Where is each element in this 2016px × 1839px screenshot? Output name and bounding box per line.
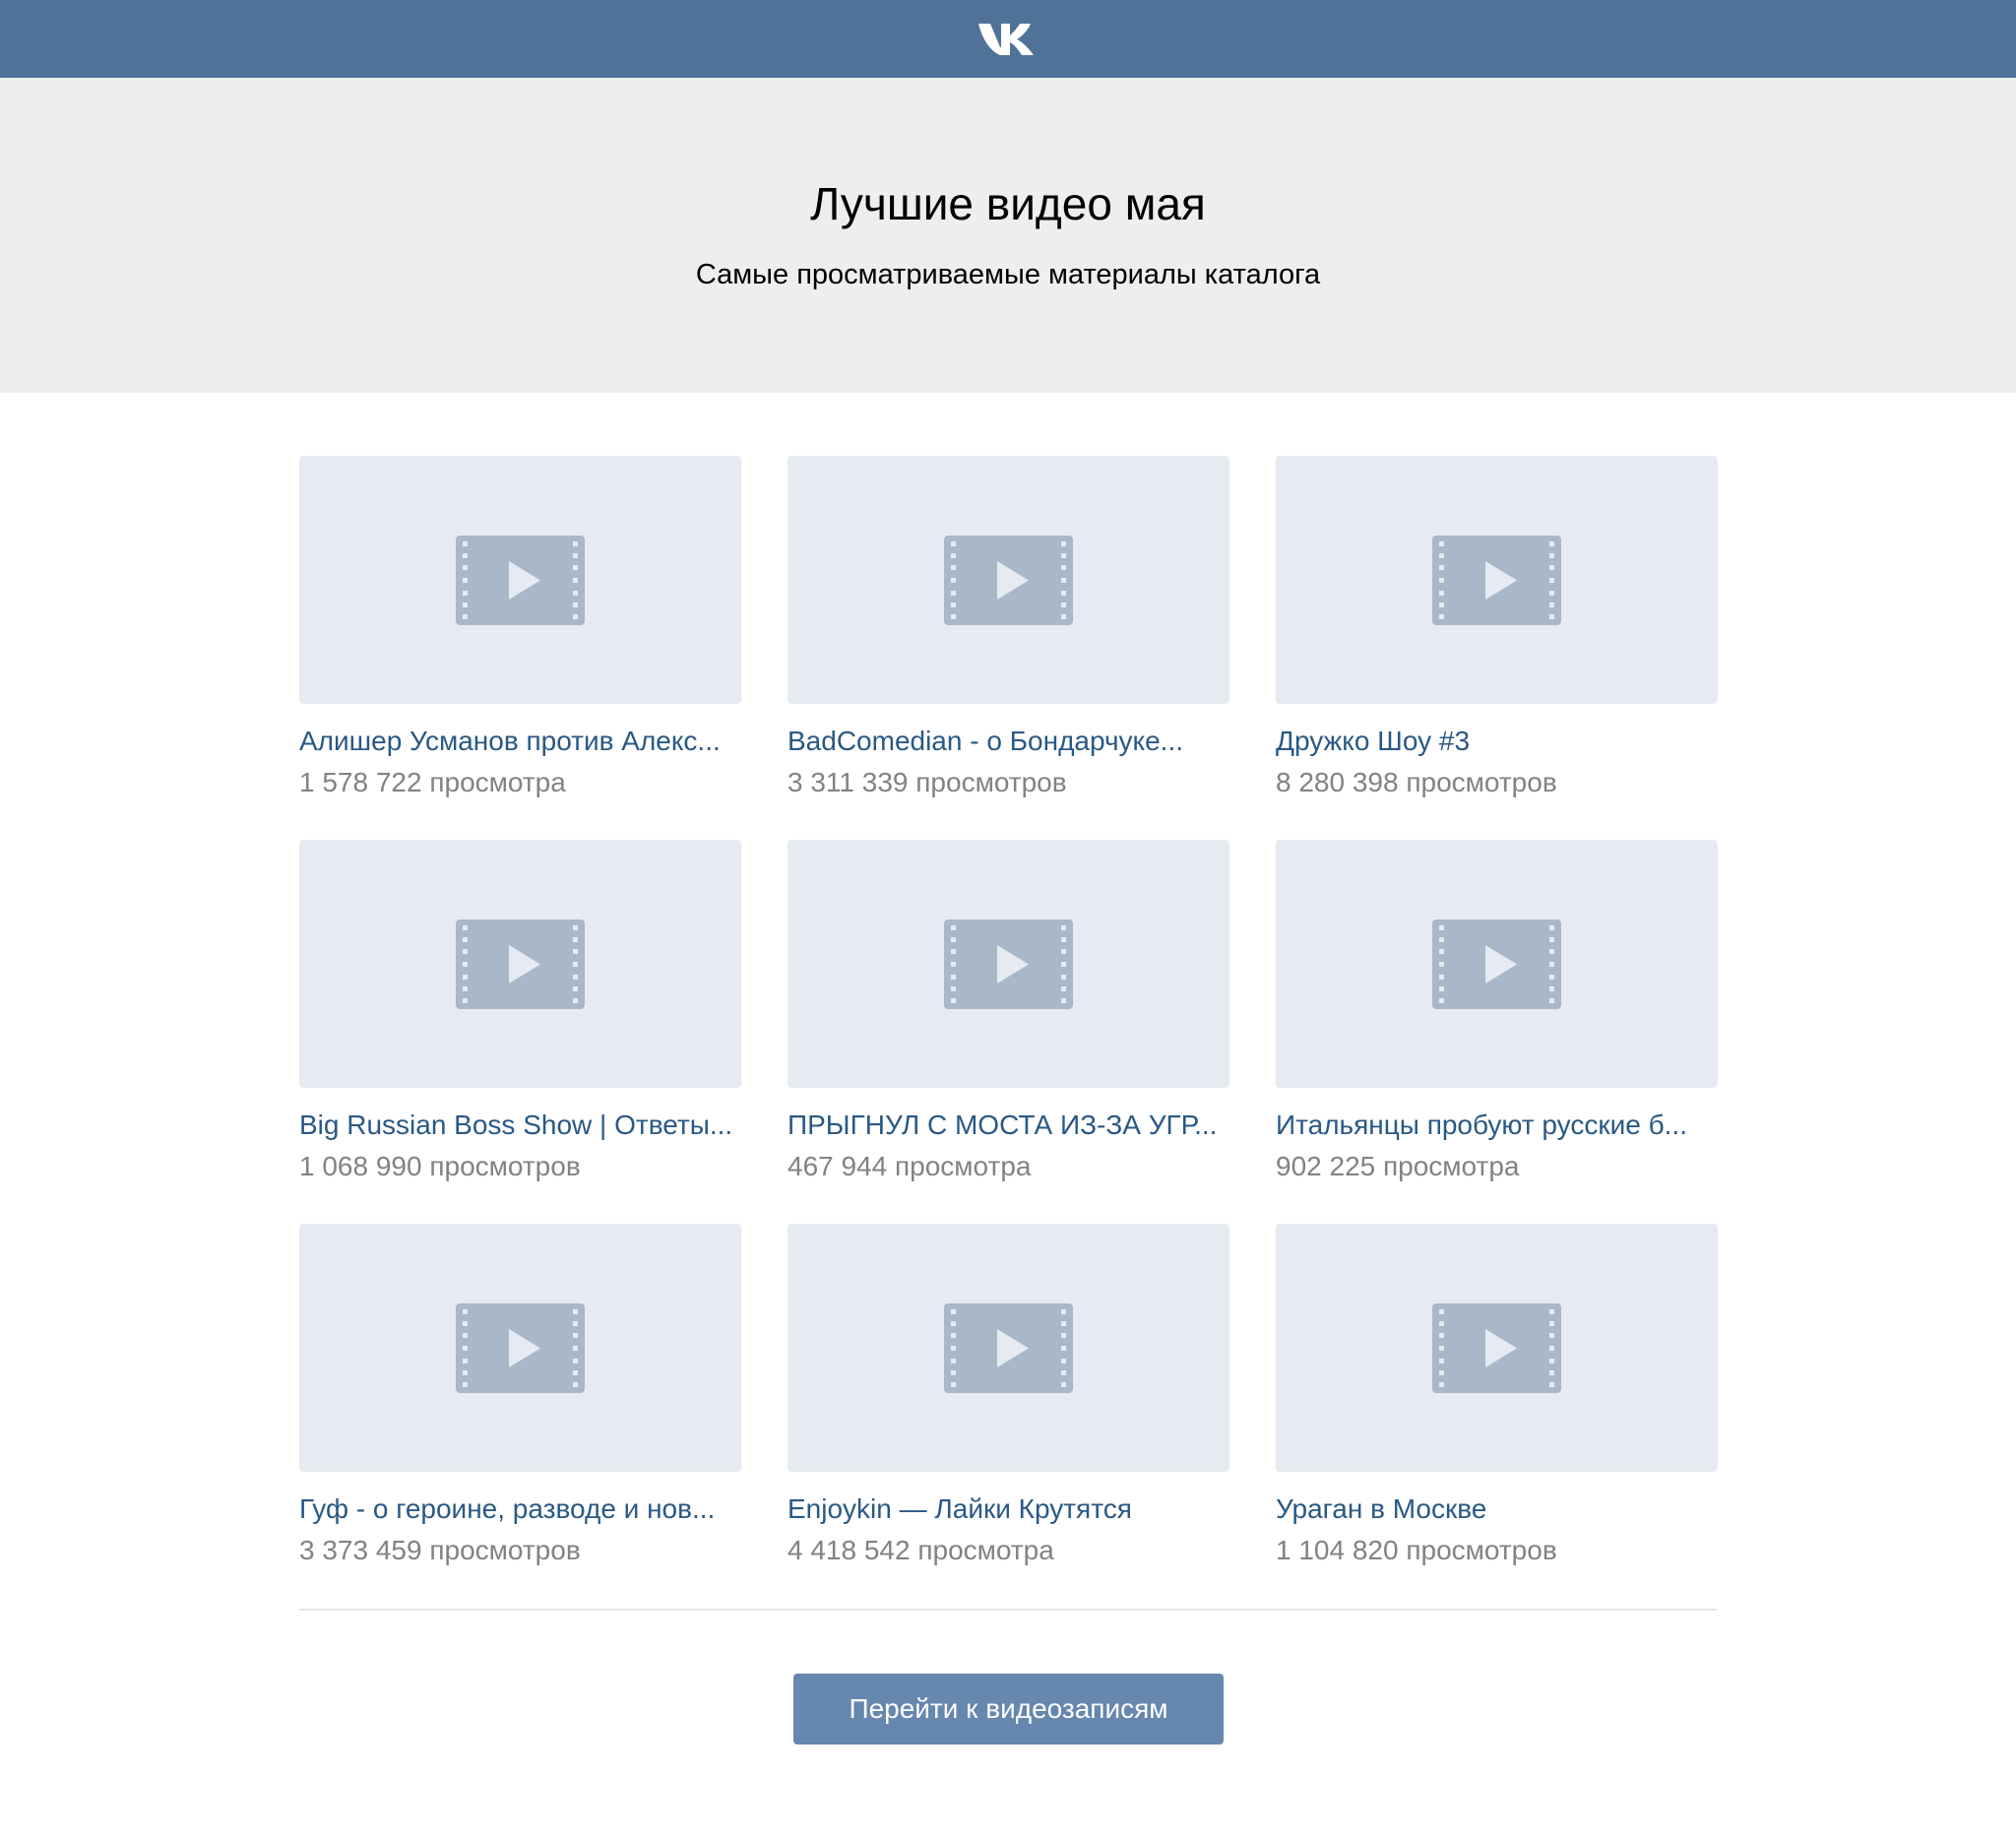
video-title[interactable]: Ураган в Москве: [1276, 1490, 1718, 1529]
video-title[interactable]: Гуф - о героине, разводе и нов...: [299, 1490, 741, 1529]
video-views: 8 280 398 просмотров: [1276, 767, 1557, 797]
video-placeholder-icon: [944, 1303, 1073, 1393]
video-title[interactable]: BadComedian - о Бондарчуке...: [788, 722, 1229, 761]
video-placeholder-icon: [456, 1303, 585, 1393]
video-title[interactable]: ПРЫГНУЛ С МОСТА ИЗ-ЗА УГР...: [788, 1106, 1229, 1145]
video-views: 1 578 722 просмотра: [299, 767, 566, 797]
video-views: 3 373 459 просмотров: [299, 1535, 581, 1565]
video-placeholder-icon: [944, 920, 1073, 1009]
video-title[interactable]: Алишер Усманов против Алекс...: [299, 722, 741, 761]
page-subtitle: Самые просматриваемые материалы каталога: [695, 259, 1321, 290]
video-placeholder-icon: [1432, 920, 1561, 1009]
video-views: 902 225 просмотра: [1276, 1151, 1520, 1181]
video-card[interactable]: Enjoykin — Лайки Крутятся 4 418 542 прос…: [788, 1224, 1229, 1578]
video-title[interactable]: Enjoykin — Лайки Крутятся: [788, 1490, 1229, 1529]
divider: [299, 1609, 1717, 1611]
video-placeholder-icon: [456, 536, 585, 625]
video-thumbnail[interactable]: [299, 1224, 741, 1472]
video-thumbnail[interactable]: [788, 456, 1229, 704]
video-thumbnail[interactable]: [1276, 840, 1718, 1088]
video-card[interactable]: Big Russian Boss Show | Ответы... 1 068 …: [299, 840, 741, 1194]
video-views: 1 068 990 просмотров: [299, 1151, 581, 1181]
video-placeholder-icon: [1432, 536, 1561, 625]
video-card[interactable]: ПРЫГНУЛ С МОСТА ИЗ-ЗА УГР... 467 944 про…: [788, 840, 1229, 1194]
video-placeholder-icon: [944, 536, 1073, 625]
video-views: 467 944 просмотра: [788, 1151, 1032, 1181]
video-card[interactable]: BadComedian - о Бондарчуке... 3 311 339 …: [788, 456, 1229, 810]
video-placeholder-icon: [1432, 1303, 1561, 1393]
video-title[interactable]: Итальянцы пробуют русские б...: [1276, 1106, 1718, 1145]
vk-logo-icon[interactable]: [976, 18, 1040, 57]
page-title: Лучшие видео мая: [810, 178, 1206, 229]
video-thumbnail[interactable]: [788, 840, 1229, 1088]
video-views: 3 311 339 просмотров: [788, 767, 1067, 797]
video-title[interactable]: Дружко Шоу #3: [1276, 722, 1718, 761]
video-thumbnail[interactable]: [299, 456, 741, 704]
video-thumbnail[interactable]: [788, 1224, 1229, 1472]
go-to-videos-button[interactable]: Перейти к видеозаписям: [793, 1674, 1224, 1744]
video-title[interactable]: Big Russian Boss Show | Ответы...: [299, 1106, 741, 1145]
video-views: 4 418 542 просмотра: [788, 1535, 1054, 1565]
video-placeholder-icon: [456, 920, 585, 1009]
video-thumbnail[interactable]: [299, 840, 741, 1088]
video-thumbnail[interactable]: [1276, 1224, 1718, 1472]
video-views: 1 104 820 просмотров: [1276, 1535, 1557, 1565]
video-card[interactable]: Гуф - о героине, разводе и нов... 3 373 …: [299, 1224, 741, 1578]
video-card[interactable]: Алишер Усманов против Алекс... 1 578 722…: [299, 456, 741, 810]
video-card[interactable]: Дружко Шоу #3 8 280 398 просмотров: [1276, 456, 1718, 810]
video-card[interactable]: Итальянцы пробуют русские б... 902 225 п…: [1276, 840, 1718, 1194]
video-thumbnail[interactable]: [1276, 456, 1718, 704]
top-bar: [0, 0, 2016, 78]
hero-section: Лучшие видео мая Самые просматриваемые м…: [0, 78, 2016, 393]
video-card[interactable]: Ураган в Москве 1 104 820 просмотров: [1276, 1224, 1718, 1578]
